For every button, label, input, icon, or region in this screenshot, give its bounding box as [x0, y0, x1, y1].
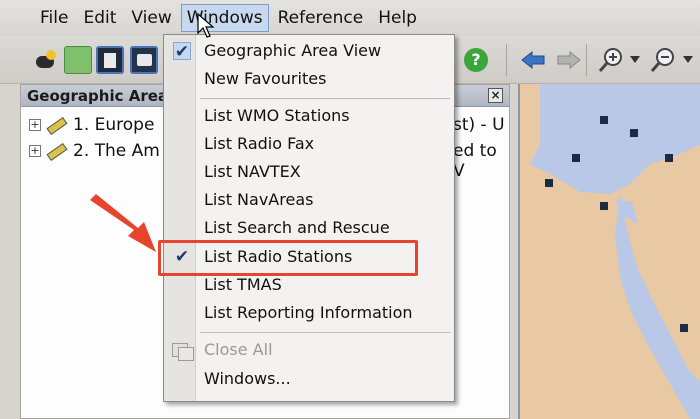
pencil-icon [45, 142, 67, 160]
tree-item-tail: ed to V [453, 141, 497, 181]
pointer-arrow-icon [90, 194, 156, 252]
menu-reference-label: Reference [277, 8, 364, 28]
zoom-in-icon[interactable] [597, 46, 625, 74]
toolbar-separator [506, 44, 507, 76]
menu-item-list-wmo-stations[interactable]: List WMO Stations [204, 103, 350, 129]
close-icon[interactable]: × [488, 88, 503, 103]
menu-edit[interactable]: Edit [77, 4, 122, 32]
menu-reference[interactable]: Reference [272, 4, 370, 32]
tree-item-label: 2. The Am [73, 141, 160, 161]
menu-item-list-reporting-information[interactable]: List Reporting Information [204, 300, 413, 326]
tree-item-tail: st) - U [453, 115, 505, 135]
document-icon[interactable] [96, 46, 124, 74]
cloud-icon[interactable] [64, 46, 92, 74]
tree-item[interactable]: + 2. The Am [29, 139, 160, 163]
menu-view[interactable]: View [125, 4, 177, 32]
weather-icon[interactable] [32, 46, 60, 74]
windows-menu: ✔ Geographic Area View New Favourites Li… [163, 34, 455, 402]
menu-edit-label: Edit [83, 8, 117, 28]
zoom-out-icon[interactable] [649, 46, 677, 74]
mouse-cursor-icon [197, 13, 215, 38]
zoom-in-dropdown-icon[interactable] [630, 56, 640, 63]
map-canvas[interactable] [520, 84, 700, 419]
highlight-box [158, 240, 418, 276]
help-icon[interactable]: ? [464, 48, 488, 72]
check-icon: ✔ [173, 42, 191, 62]
menu-item-geographic-area-view[interactable]: Geographic Area View [204, 38, 381, 64]
menu-separator [200, 332, 450, 333]
menu-help-label: Help [378, 8, 417, 28]
forward-arrow-icon[interactable] [556, 50, 582, 70]
panel-title: Geographic Area [27, 87, 169, 105]
menu-item-new-favourites[interactable]: New Favourites [204, 66, 326, 92]
zoom-out-dropdown-icon[interactable] [683, 56, 693, 63]
expand-icon[interactable]: + [29, 145, 41, 157]
menu-item-list-search-and-rescue[interactable]: List Search and Rescue [204, 215, 390, 241]
menu-view-label: View [131, 8, 172, 28]
toolbar-separator [586, 44, 587, 76]
menu-item-list-navtex[interactable]: List NAVTEX [204, 159, 301, 185]
close-all-windows-icon [172, 339, 194, 361]
expand-icon[interactable]: + [29, 119, 41, 131]
menu-bar: File Edit View Windows Reference Help [0, 0, 700, 36]
menu-item-list-radio-fax[interactable]: List Radio Fax [204, 131, 314, 157]
menu-item-list-navareas[interactable]: List NavAreas [204, 187, 313, 213]
menu-item-close-all: Close All [204, 340, 273, 359]
menu-file-label: File [40, 8, 69, 28]
pencil-icon [45, 116, 67, 134]
menu-separator [200, 98, 450, 99]
back-arrow-icon[interactable] [520, 50, 546, 70]
print-icon[interactable] [130, 46, 158, 74]
menu-help[interactable]: Help [372, 4, 423, 32]
menu-windows[interactable]: Windows [180, 4, 269, 32]
map-view[interactable] [518, 84, 700, 419]
tree-item[interactable]: + 1. Europe [29, 113, 154, 137]
menu-file[interactable]: File [34, 4, 74, 32]
tree-item-label: 1. Europe [73, 115, 155, 135]
menu-item-windows[interactable]: Windows... [204, 366, 291, 392]
